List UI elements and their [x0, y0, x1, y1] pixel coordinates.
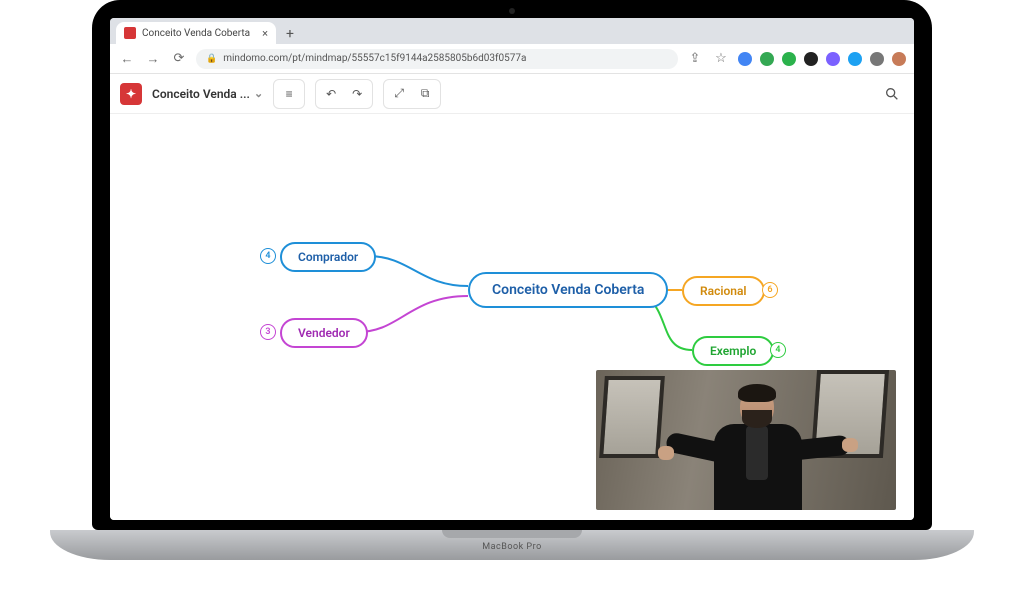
mindmap-node-exemplo[interactable]: Exemplo — [692, 336, 774, 366]
node-count-badge[interactable]: 6 — [762, 282, 778, 298]
mindmap-node-racional[interactable]: Racional — [682, 276, 765, 306]
node-count-badge[interactable]: 4 — [260, 248, 276, 264]
favicon-icon — [124, 27, 136, 39]
extension-icon[interactable] — [826, 52, 840, 66]
document-title[interactable]: Conceito Venda ... ⌄ — [152, 87, 263, 101]
tab-title: Conceito Venda Coberta — [142, 28, 250, 39]
laptop-base: MacBook Pro — [50, 530, 974, 560]
fit-button[interactable]: ⤢ — [388, 84, 410, 104]
extension-icon[interactable] — [782, 52, 796, 66]
wall-art — [599, 376, 665, 458]
laptop-label: MacBook Pro — [482, 542, 541, 552]
mindmap-center-node[interactable]: Conceito Venda Coberta — [468, 272, 668, 308]
star-icon[interactable]: ☆ — [712, 50, 730, 68]
app-toolbar: ✦ Conceito Venda ... ⌄ ≡ ↶ ↷ ⤢ ⧉ — [110, 74, 914, 114]
redo-button[interactable]: ↷ — [346, 84, 368, 104]
avatar-icon[interactable] — [892, 52, 906, 66]
extension-icons: ⇪ ☆ — [686, 50, 906, 68]
forward-button[interactable]: → — [144, 50, 162, 68]
url-text: mindomo.com/pt/mindmap/55557c15f9144a258… — [223, 53, 526, 64]
extension-icon[interactable] — [870, 52, 884, 66]
mindmap-canvas[interactable]: Conceito Venda Coberta Comprador 4 Vende… — [110, 114, 914, 520]
back-button[interactable]: ← — [118, 50, 136, 68]
layout-button[interactable]: ⧉ — [414, 84, 436, 104]
presenter-video-overlay[interactable] — [596, 370, 896, 510]
extension-icon[interactable] — [804, 52, 818, 66]
node-count-badge[interactable]: 3 — [260, 324, 276, 340]
new-tab-button[interactable]: + — [280, 24, 300, 44]
lock-icon: 🔒 — [206, 54, 217, 64]
camera-dot — [509, 8, 515, 14]
extension-icon[interactable] — [848, 52, 862, 66]
browser-tab-strip: Conceito Venda Coberta × + — [110, 18, 914, 44]
mindmap-node-comprador[interactable]: Comprador — [280, 242, 376, 272]
laptop-frame: Conceito Venda Coberta × + ← → ⟳ 🔒 mindo… — [50, 0, 974, 560]
extension-icon[interactable] — [738, 52, 752, 66]
screen-bezel: Conceito Venda Coberta × + ← → ⟳ 🔒 mindo… — [92, 0, 932, 530]
layout-group: ⤢ ⧉ — [383, 79, 441, 109]
menu-group: ≡ — [273, 79, 305, 109]
mindmap-node-vendedor[interactable]: Vendedor — [280, 318, 368, 348]
search-button[interactable] — [880, 82, 904, 106]
history-group: ↶ ↷ — [315, 79, 373, 109]
reload-button[interactable]: ⟳ — [170, 50, 188, 68]
presenter-figure — [686, 380, 826, 510]
search-icon — [884, 86, 900, 102]
extension-icon[interactable] — [760, 52, 774, 66]
chevron-down-icon: ⌄ — [254, 87, 263, 100]
node-count-badge[interactable]: 4 — [770, 342, 786, 358]
url-input[interactable]: 🔒 mindomo.com/pt/mindmap/55557c15f9144a2… — [196, 49, 678, 69]
screen: Conceito Venda Coberta × + ← → ⟳ 🔒 mindo… — [110, 18, 914, 520]
browser-tab[interactable]: Conceito Venda Coberta × — [116, 22, 276, 44]
browser-address-bar: ← → ⟳ 🔒 mindomo.com/pt/mindmap/55557c15f… — [110, 44, 914, 74]
share-icon[interactable]: ⇪ — [686, 50, 704, 68]
close-tab-icon[interactable]: × — [262, 27, 268, 40]
undo-button[interactable]: ↶ — [320, 84, 342, 104]
menu-button[interactable]: ≡ — [278, 84, 300, 104]
app-logo-icon[interactable]: ✦ — [120, 83, 142, 105]
